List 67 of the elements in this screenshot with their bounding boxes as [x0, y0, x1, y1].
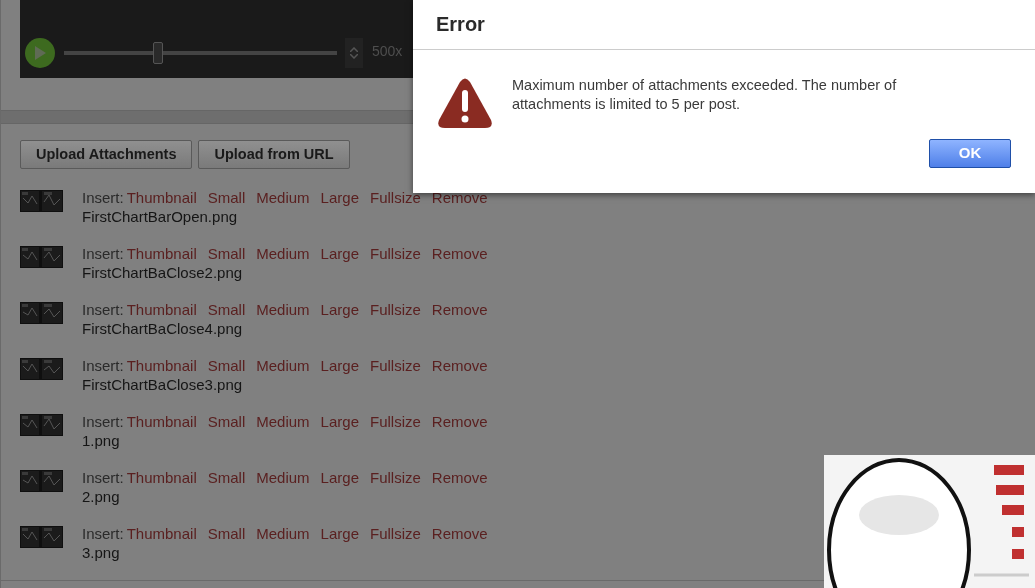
insert-link[interactable]: Medium: [256, 524, 310, 543]
insert-label: Insert:: [82, 468, 124, 487]
insert-link[interactable]: Large: [320, 244, 359, 263]
insert-link[interactable]: Remove: [431, 524, 488, 543]
insert-link[interactable]: Medium: [256, 356, 310, 375]
insert-link[interactable]: Large: [320, 412, 359, 431]
insert-link[interactable]: Large: [320, 468, 359, 487]
insert-link[interactable]: Large: [320, 300, 359, 319]
up-caret-icon: [350, 47, 358, 52]
insert-link[interactable]: Large: [320, 356, 359, 375]
insert-link[interactable]: Thumbnail: [126, 300, 197, 319]
insert-link[interactable]: Fullsize: [370, 412, 421, 431]
file-name: FirstChartBaClose4.png: [82, 319, 243, 338]
play-icon: [34, 46, 46, 60]
insert-link[interactable]: Remove: [431, 300, 488, 319]
upload-button[interactable]: Upload from URL: [198, 140, 350, 169]
insert-link[interactable]: Thumbnail: [126, 468, 197, 487]
file-name: 2.png: [82, 487, 120, 506]
insert-link[interactable]: Small: [207, 244, 246, 263]
insert-link[interactable]: Small: [207, 188, 246, 207]
file-name: 1.png: [82, 431, 120, 450]
insert-link[interactable]: Thumbnail: [126, 356, 197, 375]
insert-link[interactable]: Remove: [431, 356, 488, 375]
upload-button[interactable]: Upload Attachments: [20, 140, 193, 169]
file-name: 3.png: [82, 543, 120, 562]
insert-link[interactable]: Small: [207, 412, 246, 431]
insert-link[interactable]: Medium: [256, 244, 310, 263]
insert-link[interactable]: Thumbnail: [126, 244, 197, 263]
insert-link[interactable]: Remove: [431, 412, 488, 431]
slider-thumb[interactable]: [153, 42, 164, 64]
insert-link[interactable]: Small: [207, 356, 246, 375]
insert-link[interactable]: Medium: [256, 300, 310, 319]
insert-link[interactable]: Medium: [256, 412, 310, 431]
insert-link[interactable]: Fullsize: [370, 524, 421, 543]
insert-link[interactable]: Small: [207, 524, 246, 543]
insert-label: Insert:: [82, 300, 124, 319]
insert-link[interactable]: Small: [207, 300, 246, 319]
insert-label: Insert:: [82, 524, 124, 543]
insert-link[interactable]: Small: [207, 468, 246, 487]
insert-link[interactable]: Remove: [431, 468, 488, 487]
ok-button[interactable]: OK: [929, 139, 1011, 168]
insert-link[interactable]: Fullsize: [370, 188, 421, 207]
play-button[interactable]: [25, 38, 55, 68]
file-name: FirstChartBaClose2.png: [82, 263, 243, 282]
insert-link[interactable]: Medium: [256, 468, 310, 487]
insert-link[interactable]: Remove: [431, 244, 488, 263]
down-caret-icon: [350, 54, 358, 59]
insert-label: Insert:: [82, 188, 124, 207]
insert-label: Insert:: [82, 244, 124, 263]
warning-icon: [437, 78, 493, 129]
insert-label: Insert:: [82, 412, 124, 431]
insert-link[interactable]: Large: [320, 524, 359, 543]
insert-link[interactable]: Fullsize: [370, 356, 421, 375]
insert-link[interactable]: Medium: [256, 188, 310, 207]
insert-label: Insert:: [82, 356, 124, 375]
insert-link[interactable]: Fullsize: [370, 244, 421, 263]
insert-link[interactable]: Thumbnail: [126, 412, 197, 431]
insert-link[interactable]: Thumbnail: [126, 524, 197, 543]
insert-link[interactable]: Fullsize: [370, 468, 421, 487]
insert-link[interactable]: Large: [320, 188, 359, 207]
dialog-title: Error: [436, 12, 485, 37]
file-name: FirstChartBarOpen.png: [82, 207, 238, 226]
insert-link[interactable]: Thumbnail: [126, 188, 197, 207]
error-message: Maximum number of attachments exceeded. The number of attachments is limited to 5 per post.: [512, 76, 898, 114]
stepper-control[interactable]: [345, 38, 363, 68]
file-name: FirstChartBaClose3.png: [82, 375, 243, 394]
insert-link[interactable]: Fullsize: [370, 300, 421, 319]
